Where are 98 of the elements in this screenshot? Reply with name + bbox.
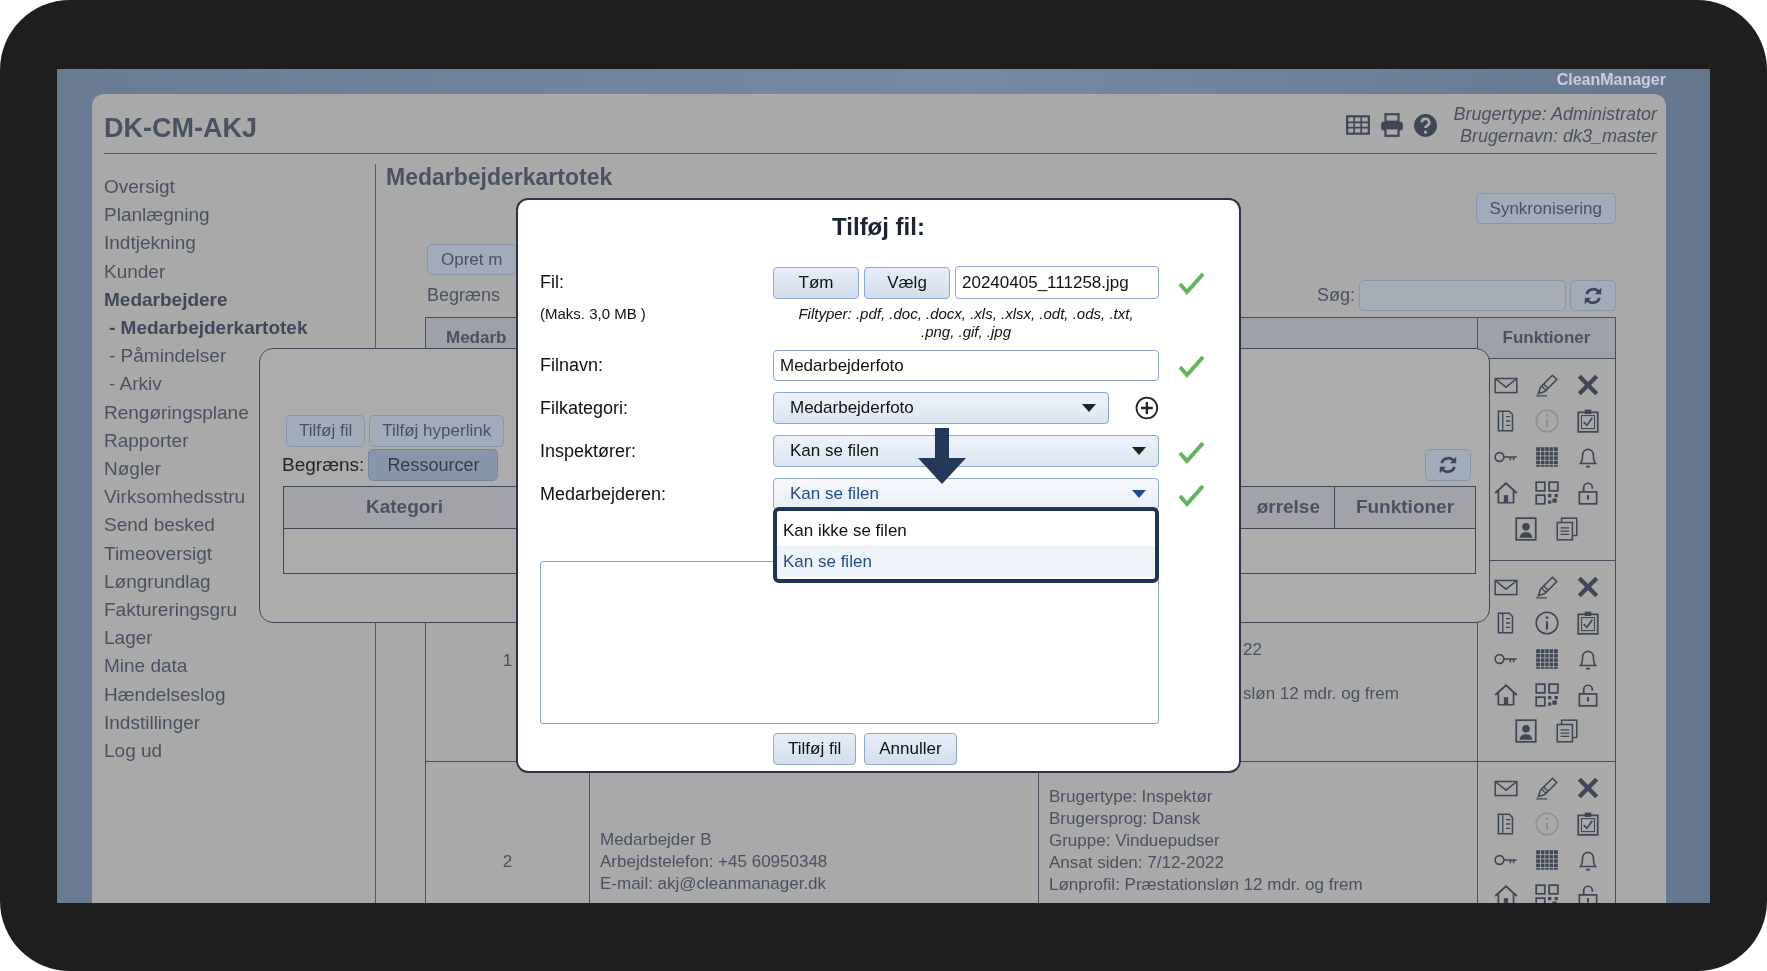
select-field[interactable]: Medarbejderfoto xyxy=(773,392,1110,424)
add-icon[interactable] xyxy=(1135,396,1159,420)
calendar-icon[interactable] xyxy=(1533,646,1560,672)
file-button[interactable]: Tøm xyxy=(773,266,859,299)
user-name: Brugernavn: dk3_master xyxy=(1458,125,1657,147)
refresh-button[interactable] xyxy=(1425,449,1471,481)
detail-line: Gruppe: Vinduepudser xyxy=(1049,830,1221,852)
documents-icon[interactable] xyxy=(1554,516,1580,542)
detail-line: Lønprofil: Præstationsløn 12 mdr. og frem xyxy=(1049,874,1364,896)
row-number: 1 xyxy=(502,651,513,670)
field-label: Filkategori: xyxy=(540,396,630,420)
caret-icon xyxy=(1132,490,1146,498)
clipboard-check-icon[interactable] xyxy=(1574,610,1601,636)
file-button[interactable]: Vælg xyxy=(864,266,950,299)
dialog-button[interactable]: Tilføj fil xyxy=(286,415,366,447)
help-icon[interactable] xyxy=(1412,112,1438,138)
sidebar-item[interactable]: Timeoversigt xyxy=(104,539,213,568)
sidebar-item[interactable]: Medarbejdere xyxy=(104,285,228,314)
brand-label: CleanManager xyxy=(1555,70,1667,90)
contact-line: E-mail: akj@cleanmanager.dk xyxy=(600,873,828,895)
table-icon[interactable] xyxy=(1344,112,1371,138)
detail-line: sløn 12 mdr. og frem xyxy=(1243,683,1400,705)
sidebar-item[interactable]: Mine data xyxy=(104,652,188,681)
sidebar-item[interactable]: Kunder xyxy=(104,257,166,286)
sidebar-item[interactable]: Løngrundlag xyxy=(104,567,211,597)
caret-icon xyxy=(1132,447,1146,455)
sidebar-item[interactable]: Indstillinger xyxy=(104,708,201,738)
refresh-icon xyxy=(1437,454,1459,476)
search-field[interactable] xyxy=(1359,280,1566,311)
filter-label: Begræns: xyxy=(282,452,365,477)
clipboard-check-icon[interactable] xyxy=(1574,408,1601,434)
sidebar-item[interactable]: Virksomhedsstru xyxy=(104,483,246,512)
caret-icon xyxy=(1082,404,1097,412)
house-icon[interactable] xyxy=(1492,480,1519,506)
sidebar-item[interactable]: Oversigt xyxy=(104,173,175,202)
page-heading: Medarbejderkartotek xyxy=(386,164,614,190)
sidebar-item[interactable]: Rapporter xyxy=(104,426,189,456)
column-header: Funktioner xyxy=(1477,317,1616,359)
search-label: Søg: xyxy=(1317,284,1355,307)
qr-code-icon[interactable] xyxy=(1533,682,1560,708)
house-icon[interactable] xyxy=(1492,682,1519,708)
detail-line: Brugersprog: Dansk xyxy=(1049,808,1202,830)
sidebar-item[interactable]: - Medarbejderkartotek xyxy=(109,314,308,343)
detail-line: 22 xyxy=(1243,639,1263,661)
pencil-icon[interactable] xyxy=(1533,372,1560,398)
clipboard-check-icon[interactable] xyxy=(1574,811,1601,837)
sidebar-item[interactable]: Lager xyxy=(104,624,153,653)
column-header: ørrelse xyxy=(1256,496,1320,518)
pencil-icon[interactable] xyxy=(1533,574,1560,600)
field-label: Inspektører: xyxy=(540,439,638,463)
field-label: Medarbejderen: xyxy=(540,482,668,506)
sidebar-item[interactable]: Indtjekning xyxy=(104,229,196,258)
house-icon[interactable] xyxy=(1492,883,1519,903)
dialog-button[interactable]: Tilføj fil xyxy=(773,733,857,765)
sidebar-item[interactable]: Hændelseslog xyxy=(104,680,226,709)
person-icon[interactable] xyxy=(1513,516,1539,542)
field-label: Fil: xyxy=(540,271,565,294)
refresh-button[interactable] xyxy=(1570,280,1616,311)
calendar-icon[interactable] xyxy=(1533,847,1560,873)
user-type: Brugertype: Administrator xyxy=(1453,103,1657,125)
column-header: Kategori xyxy=(365,496,444,518)
select-field[interactable]: Kan se filen xyxy=(773,435,1159,467)
qr-code-icon[interactable] xyxy=(1533,480,1560,506)
sidebar-item[interactable]: Nøgler xyxy=(104,455,161,484)
sidebar-item[interactable]: - Påmindelser xyxy=(109,342,227,371)
dialog-title: Tilføj fil: xyxy=(832,213,925,240)
sidebar-item[interactable]: Send besked xyxy=(104,511,215,540)
sidebar-item[interactable]: Log ud xyxy=(104,737,163,766)
print-icon[interactable] xyxy=(1378,112,1405,138)
dropdown-option[interactable]: Kan ikke se filen xyxy=(777,515,1155,546)
person-icon[interactable] xyxy=(1513,718,1539,744)
contact-line: Medarbejder B xyxy=(600,829,713,851)
detail-line: Brugertype: Inspektør xyxy=(1049,786,1214,808)
sidebar-item[interactable]: Rengøringsplane xyxy=(104,398,249,427)
dialog-button[interactable]: Tilføj hyperlink xyxy=(369,415,505,447)
info-icon[interactable] xyxy=(1533,610,1560,636)
row-number: 2 xyxy=(502,852,513,871)
filter-label: Begræns xyxy=(427,284,501,307)
create-button[interactable]: Opret m xyxy=(427,244,517,275)
sidebar-item[interactable]: Faktureringsgru xyxy=(104,596,238,625)
filter-tab[interactable]: Ressourcer xyxy=(368,449,499,481)
qr-code-icon[interactable] xyxy=(1533,883,1560,903)
dialog-button[interactable]: Annuller xyxy=(864,733,957,765)
input-field[interactable]: Medarbejderfoto xyxy=(773,350,1159,381)
down-arrow-icon xyxy=(916,428,968,484)
dropdown-option[interactable]: Kan se filen xyxy=(777,546,1155,577)
sync-button[interactable]: Synkronisering xyxy=(1475,193,1616,224)
app-title: DK-CM-AKJ xyxy=(104,113,257,143)
select-field[interactable]: Kan se filen xyxy=(773,478,1159,510)
calendar-icon[interactable] xyxy=(1533,444,1560,470)
pencil-icon[interactable] xyxy=(1533,775,1560,801)
file-name-field[interactable]: 20240405_111258.jpg xyxy=(955,266,1159,299)
detail-line: Ansat siden: 7/12-2022 xyxy=(1049,852,1225,874)
sidebar-item[interactable]: - Arkiv xyxy=(109,370,162,399)
sidebar-item[interactable]: Planlægning xyxy=(104,201,210,230)
column-header: Funktioner xyxy=(1355,496,1455,518)
contact-line: Arbejdstelefon: +45 60950348 xyxy=(600,851,829,873)
documents-icon[interactable] xyxy=(1554,718,1580,744)
